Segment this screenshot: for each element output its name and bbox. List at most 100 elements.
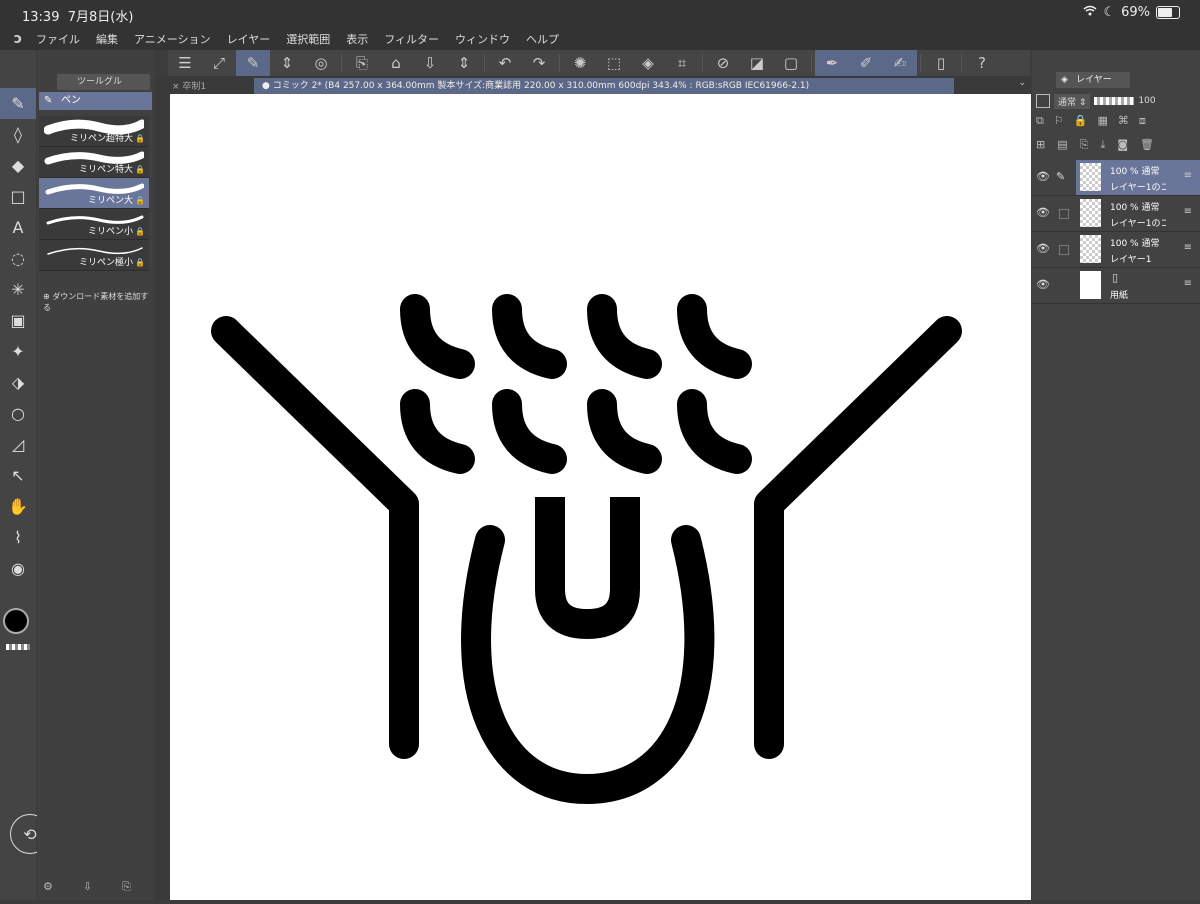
menu-window[interactable]: ウィンドウ: [455, 31, 510, 47]
menu-edit[interactable]: 編集: [96, 31, 118, 47]
menu-selection[interactable]: 選択範囲: [286, 31, 330, 47]
blend-mode-select[interactable]: 通常 ⇕: [1054, 93, 1091, 109]
ruler-tool-icon[interactable]: ◿: [0, 429, 36, 460]
line-stroke-icon[interactable]: ✍: [883, 50, 917, 76]
layer-menu-icon[interactable]: ≡: [1184, 206, 1192, 217]
pen-stabilize-icon[interactable]: ✒: [815, 50, 849, 76]
rectangle-tool-icon[interactable]: □: [0, 181, 36, 212]
brush-stroke-icon[interactable]: ✐: [849, 50, 883, 76]
fill-tool-icon[interactable]: ◆: [0, 150, 36, 181]
help-icon[interactable]: ?: [965, 50, 999, 76]
hamburger-menu-icon[interactable]: ☰: [168, 50, 202, 76]
gradient-tool-icon[interactable]: ▣: [0, 305, 36, 336]
gradient-fill-icon[interactable]: ◪: [740, 50, 774, 76]
stepper-icon[interactable]: ⇕: [270, 50, 304, 76]
frame-icon[interactable]: ▢: [774, 50, 808, 76]
redo-icon[interactable]: ↷: [522, 50, 556, 76]
layer-checkbox[interactable]: [1059, 209, 1069, 219]
brush-item[interactable]: ミリペン特大 🔒: [39, 147, 149, 178]
copy-layer-icon[interactable]: ⎘: [1080, 138, 1089, 152]
transparent-color-swatch[interactable]: [6, 644, 30, 650]
brush-item[interactable]: ミリペン超特大 🔒: [39, 116, 149, 147]
opacity-value[interactable]: 100: [1138, 96, 1155, 106]
lasso-tool-icon[interactable]: ◌: [0, 243, 36, 274]
selection-icon[interactable]: ⬚: [597, 50, 631, 76]
lock-transparent-icon[interactable]: ▦: [1097, 114, 1107, 128]
merge-layer-icon[interactable]: ⤓: [1100, 138, 1105, 152]
layer-checkbox[interactable]: [1059, 245, 1069, 255]
layer-menu-icon[interactable]: ≡: [1184, 278, 1192, 289]
menu-layer[interactable]: レイヤー: [227, 31, 271, 47]
brush-item-selected[interactable]: ミリペン大 🔒: [39, 178, 149, 209]
menu-help[interactable]: ヘルプ: [526, 31, 559, 47]
canvas-tab-inactive[interactable]: × 卒制1: [172, 79, 206, 92]
layer-row-selected[interactable]: 👁 ✎ 100 % 通常 レイヤー1のコピー ≡: [1032, 160, 1200, 196]
subtool-download-icon[interactable]: ⇩: [83, 880, 92, 894]
eye-icon[interactable]: 👁: [1036, 206, 1050, 220]
pen-edit-icon: ✎: [1056, 170, 1066, 183]
clear-selection-icon[interactable]: ⊘: [706, 50, 740, 76]
record-icon[interactable]: ◎: [304, 50, 338, 76]
draft-layer-icon[interactable]: ⧈: [1139, 114, 1146, 128]
device-icon[interactable]: ▯: [924, 50, 958, 76]
edit-mode-icon[interactable]: ✎: [236, 50, 270, 76]
loading-icon[interactable]: ✺: [563, 50, 597, 76]
object-select-tool-icon[interactable]: ⬗: [0, 367, 36, 398]
blend-tool-icon[interactable]: ◉: [0, 553, 36, 584]
lock-layer-icon[interactable]: 🔒: [1074, 114, 1088, 128]
new-file-icon[interactable]: ⎘: [345, 50, 379, 76]
eye-icon[interactable]: 👁: [1036, 242, 1050, 256]
delete-layer-icon[interactable]: 🗑: [1140, 138, 1154, 152]
chevron-down-icon[interactable]: ⌄: [1018, 78, 1026, 88]
fit-screen-icon[interactable]: ⤢: [202, 50, 236, 76]
subtool-settings-icon[interactable]: ⚙: [43, 880, 53, 894]
subtool-duplicate-icon[interactable]: ⎘: [122, 880, 131, 894]
menu-filter[interactable]: フィルター: [384, 31, 439, 47]
layer-menu-icon[interactable]: ≡: [1184, 170, 1192, 181]
close-icon[interactable]: ×: [172, 82, 180, 92]
text-tool-icon[interactable]: A: [0, 212, 36, 243]
drawing-canvas[interactable]: [170, 94, 1031, 900]
save-icon[interactable]: ⇩: [413, 50, 447, 76]
undo-icon[interactable]: ↶: [488, 50, 522, 76]
layer-row[interactable]: 👁 100 % 通常 レイヤー1のコピー ≡: [1032, 196, 1200, 232]
menu-file[interactable]: ファイル: [36, 31, 80, 47]
new-folder-icon[interactable]: ▤: [1057, 138, 1067, 152]
eye-icon[interactable]: 👁: [1036, 278, 1050, 292]
layer-menu-icon[interactable]: ≡: [1184, 242, 1192, 253]
clip-layer-icon[interactable]: ⌘: [1118, 114, 1129, 128]
layer-tab[interactable]: ◈ レイヤー: [1056, 72, 1130, 88]
layer-row[interactable]: 👁 100 % 通常 レイヤー1 ≡: [1032, 232, 1200, 268]
main-color-swatch[interactable]: [3, 608, 29, 634]
fill-icon[interactable]: ◈: [631, 50, 665, 76]
hand-tool-icon[interactable]: ✋: [0, 491, 36, 522]
new-layer-icon[interactable]: ⊞: [1036, 138, 1045, 152]
subtool-group-header[interactable]: ✎ ペン: [39, 92, 152, 110]
balloon-tool-icon[interactable]: ○: [0, 398, 36, 429]
app-logo-icon[interactable]: ɔ: [0, 31, 36, 47]
move-tool-icon[interactable]: ↖: [0, 460, 36, 491]
layer-color-icon[interactable]: [1036, 94, 1050, 108]
sparkle-tool-icon[interactable]: ✦: [0, 336, 36, 367]
stepper-icon-2[interactable]: ⇕: [447, 50, 481, 76]
layer-option-icon[interactable]: ⧉: [1036, 114, 1044, 128]
eye-icon[interactable]: 👁: [1036, 170, 1050, 184]
menu-view[interactable]: 表示: [346, 31, 368, 47]
brush-item[interactable]: ミリペン極小 🔒: [39, 240, 149, 271]
add-material-link[interactable]: ⊕ ダウンロード素材を追加する: [43, 291, 154, 313]
eraser-tool-icon[interactable]: ◊: [0, 119, 36, 150]
brush-item[interactable]: ミリペン小 🔒: [39, 209, 149, 240]
mask-layer-icon[interactable]: ◙: [1117, 138, 1128, 152]
layer-reference-icon[interactable]: ⚐: [1054, 114, 1064, 128]
menu-animation[interactable]: アニメーション: [134, 31, 211, 47]
opacity-slider[interactable]: [1094, 97, 1135, 105]
layer-row-paper[interactable]: 👁 ▯ 用紙 ≡: [1032, 268, 1200, 304]
layer-panel: ◈ レイヤー 通常 ⇕ 100 ⧉ ⚐ 🔒 ▦ ⌘ ⧈ ⊞ ▤ ⎘ ⤓ ◙ 🗑 …: [1032, 50, 1200, 900]
canvas-tab-active[interactable]: ● コミック 2* (B4 257.00 x 364.00mm 製本サイズ:商業…: [254, 78, 954, 94]
transform-icon[interactable]: ⌗: [665, 50, 699, 76]
eyedropper-tool-icon[interactable]: ⌇: [0, 522, 36, 553]
magic-wand-tool-icon[interactable]: ✳: [0, 274, 36, 305]
pen-tool-icon[interactable]: ✎: [0, 88, 36, 119]
open-folder-icon[interactable]: ⌂: [379, 50, 413, 76]
subtool-tab[interactable]: ツールグル: [57, 74, 150, 90]
